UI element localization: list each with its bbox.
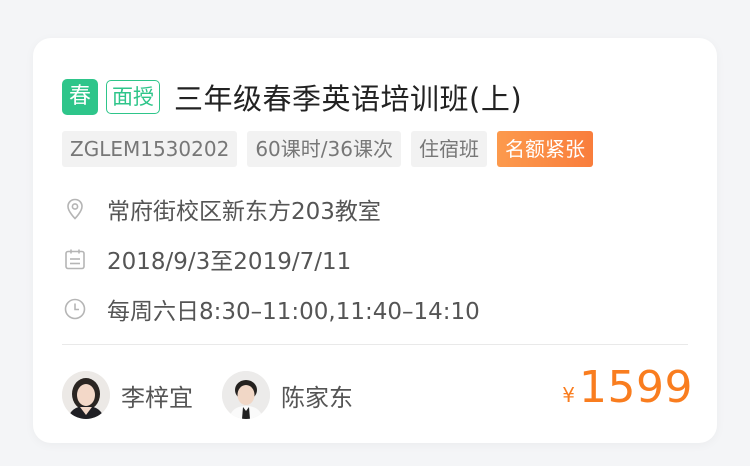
dates-row: 2018/9/3至2019/7/11 bbox=[63, 242, 351, 276]
teacher-name: 陈家东 bbox=[281, 383, 353, 412]
male-teacher-avatar bbox=[222, 371, 270, 419]
tag-course-code: ZGLEM1530202 bbox=[62, 131, 238, 167]
price: ¥ 1599 bbox=[562, 362, 693, 413]
clock-icon bbox=[64, 298, 86, 320]
title-row: 春 面授 三年级春季英语培训班(上) bbox=[62, 76, 522, 118]
teacher-name: 李梓宜 bbox=[121, 383, 193, 412]
season-badge: 春 bbox=[62, 79, 98, 115]
divider bbox=[62, 344, 688, 345]
teacher-2[interactable]: 陈家东 bbox=[222, 371, 353, 419]
female-teacher-avatar bbox=[62, 371, 110, 419]
schedule-text: 每周六日8:30–11:00,11:40–14:10 bbox=[107, 299, 480, 325]
tag-limited-seats: 名额紧张 bbox=[496, 131, 593, 167]
location-pin-icon bbox=[67, 198, 83, 220]
calendar-icon bbox=[65, 249, 85, 270]
price-value: 1599 bbox=[579, 362, 693, 413]
location-text: 常府街校区新东方203教室 bbox=[107, 199, 381, 225]
tag-hours: 60课时/36课次 bbox=[247, 131, 401, 167]
course-card[interactable]: 春 面授 三年级春季英语培训班(上) ZGLEM1530202 60课时/36课… bbox=[33, 38, 717, 443]
mode-badge: 面授 bbox=[106, 80, 160, 114]
price-currency: ¥ bbox=[562, 383, 576, 407]
tag-boarding: 住宿班 bbox=[410, 131, 487, 167]
location-row: 常府街校区新东方203教室 bbox=[63, 192, 381, 226]
tags-row: ZGLEM1530202 60课时/36课次 住宿班 名额紧张 bbox=[62, 131, 593, 167]
dates-text: 2018/9/3至2019/7/11 bbox=[107, 249, 352, 275]
schedule-row: 每周六日8:30–11:00,11:40–14:10 bbox=[63, 292, 480, 326]
course-title[interactable]: 三年级春季英语培训班(上) bbox=[174, 76, 522, 118]
teacher-1[interactable]: 李梓宜 bbox=[62, 371, 193, 419]
